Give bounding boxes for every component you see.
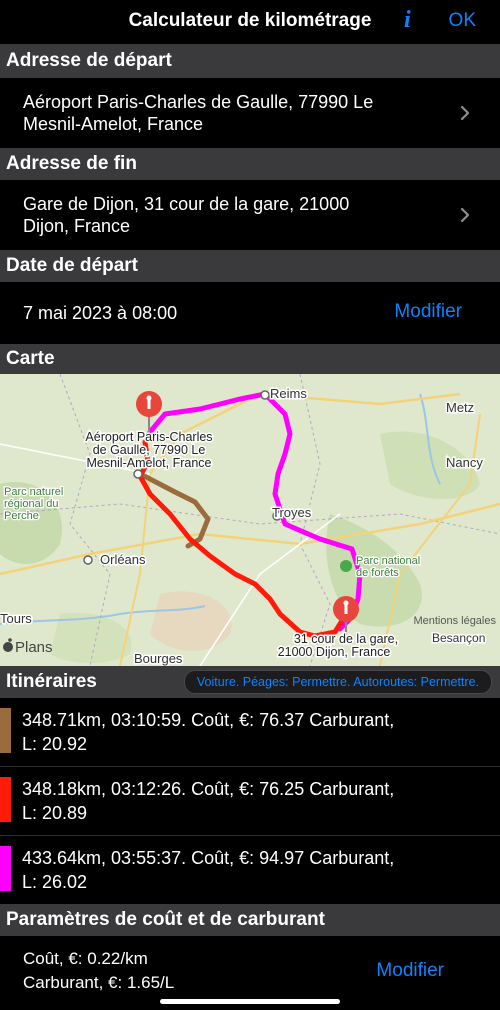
- section-header-map: Carte: [0, 344, 500, 374]
- ok-button[interactable]: OK: [449, 10, 476, 32]
- section-header-cost: Paramètres de coût et de carburant: [0, 904, 500, 936]
- start-address-text: Aéroport Paris-Charles de Gaulle, 77990 …: [23, 91, 373, 135]
- city-label-reims: Reims: [270, 386, 307, 401]
- edit-date-button[interactable]: Modifier: [394, 301, 462, 323]
- start-pin-label-2: de Gaulle, 77990 Le: [93, 443, 206, 457]
- city-label-troyes: Troyes: [272, 505, 312, 520]
- itineraries-title: Itinéraires: [6, 671, 97, 692]
- itinerary-line1: 348.18km, 03:12:26. Coût, €: 76.25 Carbu…: [22, 779, 395, 799]
- cost-per-km: Coût, €: 0.22/km: [23, 949, 148, 968]
- maps-attribution: Plans: [15, 639, 53, 656]
- start-pin-label-3: Mesnil-Amelot, France: [86, 456, 211, 470]
- itinerary-line2: L: 20.89: [22, 803, 88, 823]
- route-color-swatch: [0, 708, 11, 753]
- itinerary-text: 348.71km, 03:10:59. Coût, €: 76.37 Carbu…: [22, 708, 394, 756]
- park-label-forets-1: Parc national: [356, 555, 420, 567]
- fuel-price: Carburant, €: 1.65/L: [23, 973, 175, 992]
- end-address-row[interactable]: Gare de Dijon, 31 cour de la gare, 21000…: [0, 180, 500, 250]
- cost-text: Coût, €: 0.22/km Carburant, €: 1.65/L: [23, 947, 174, 995]
- itinerary-row[interactable]: 348.18km, 03:12:26. Coût, €: 76.25 Carbu…: [0, 767, 500, 836]
- itinerary-line1: 348.71km, 03:10:59. Coût, €: 76.37 Carbu…: [22, 710, 395, 730]
- start-address-line1: Aéroport Paris-Charles de Gaulle, 77990 …: [23, 92, 374, 112]
- end-pin-label-2: 21000 Dijon, France: [278, 645, 391, 659]
- section-header-start-address: Adresse de départ: [0, 44, 500, 78]
- park-label-perche-2: régional du: [4, 498, 58, 510]
- city-label-nancy: Nancy: [446, 455, 483, 470]
- navigation-bar: Calculateur de kilométrage i OK: [0, 0, 500, 44]
- end-address-text: Gare de Dijon, 31 cour de la gare, 21000…: [23, 193, 349, 237]
- start-address-row[interactable]: Aéroport Paris-Charles de Gaulle, 77990 …: [0, 78, 500, 148]
- end-address-line1: Gare de Dijon, 31 cour de la gare, 21000: [23, 194, 350, 214]
- start-pin-label-1: Aéroport Paris-Charles: [85, 430, 212, 444]
- chevron-right-icon: [460, 207, 470, 223]
- chevron-right-icon: [460, 105, 470, 121]
- park-label-perche-1: Parc naturel: [4, 486, 63, 498]
- city-label-orleans: Orléans: [100, 552, 146, 567]
- itinerary-text: 433.64km, 03:55:37. Coût, €: 94.97 Carbu…: [22, 846, 394, 894]
- city-label-metz: Metz: [446, 400, 474, 415]
- route-map[interactable]: Reims Metz Nancy Troyes Orléans Tours Bo…: [0, 374, 500, 666]
- section-header-date: Date de départ: [0, 250, 500, 282]
- city-label-besancon: Besançon: [432, 631, 485, 645]
- section-header-itineraries: Itinéraires Voiture. Péages: Permettre. …: [0, 666, 500, 698]
- route-options-badge[interactable]: Voiture. Péages: Permettre. Autoroutes: …: [183, 670, 492, 694]
- date-row: 7 mai 2023 à 08:00 Modifier: [0, 282, 500, 344]
- itinerary-row[interactable]: 433.64km, 03:55:37. Coût, €: 94.97 Carbu…: [0, 836, 500, 904]
- date-value: 7 mai 2023 à 08:00: [23, 303, 178, 323]
- page-title: Calculateur de kilométrage: [128, 10, 372, 31]
- section-header-end-address: Adresse de fin: [0, 148, 500, 180]
- park-label-forets-2: de forêts: [356, 567, 399, 579]
- itinerary-line1: 433.64km, 03:55:37. Coût, €: 94.97 Carbu…: [22, 848, 395, 868]
- itinerary-line2: L: 26.02: [22, 872, 88, 892]
- itinerary-row[interactable]: 348.71km, 03:10:59. Coût, €: 76.37 Carbu…: [0, 698, 500, 767]
- cost-row: Coût, €: 0.22/km Carburant, €: 1.65/L Mo…: [0, 936, 500, 1006]
- end-pin-label-1: 31 cour de la gare,: [294, 632, 398, 646]
- route-color-swatch: [0, 846, 11, 891]
- edit-cost-button[interactable]: Modifier: [376, 959, 444, 983]
- info-icon[interactable]: i: [404, 7, 411, 34]
- city-label-tours: Tours: [0, 611, 32, 626]
- end-address-line2: Dijon, France: [23, 216, 131, 236]
- itinerary-line2: L: 20.92: [22, 734, 88, 754]
- map-canvas: Reims Metz Nancy Troyes Orléans Tours Bo…: [0, 374, 500, 666]
- city-label-bourges: Bourges: [134, 651, 183, 666]
- home-indicator[interactable]: [160, 999, 340, 1004]
- itinerary-text: 348.18km, 03:12:26. Coût, €: 76.25 Carbu…: [22, 777, 394, 825]
- park-label-perche-3: Perche: [4, 510, 39, 522]
- route-color-swatch: [0, 777, 11, 822]
- start-address-line2: Mesnil-Amelot, France: [23, 114, 204, 134]
- legal-link[interactable]: Mentions légales: [413, 615, 496, 627]
- park-icon: [340, 560, 352, 572]
